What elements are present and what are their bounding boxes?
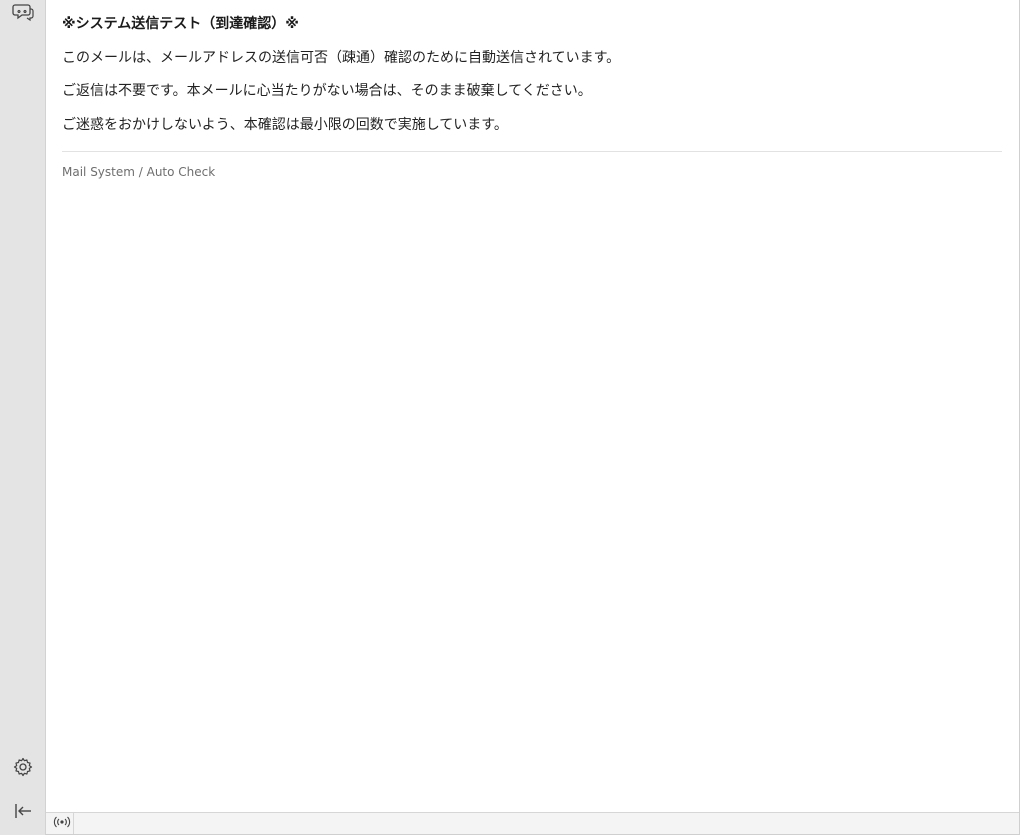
settings-button[interactable] [8,752,38,782]
status-bar [46,812,1019,834]
broadcast-icon [53,814,71,833]
connection-status-button[interactable] [50,813,74,834]
message-subject: ※システム送信テスト（到達確認）※ [62,16,299,32]
mail-window: ※システム送信テスト（到達確認）※ このメールは、メールアドレスの送信可否（疎通… [0,0,1020,835]
message-paragraph: ご迷惑をおかけしないよう、本確認は最小限の回数で実施しています。 [62,117,508,133]
chat-button[interactable] [8,0,38,27]
message-body: ※システム送信テスト（到達確認）※ このメールは、メールアドレスの送信可否（疎通… [46,0,1019,812]
chat-bubbles-icon [12,1,34,23]
gear-icon [13,757,33,777]
collapse-left-icon [13,801,33,821]
collapse-sidebar-button[interactable] [8,796,38,826]
left-sidebar [0,0,46,835]
message-paragraph: ご返信は不要です。本メールに心当たりがない場合は、そのまま破棄してください。 [62,83,592,99]
message-signature: Mail System / Auto Check [62,165,216,179]
signature-divider [62,151,1002,152]
message-paragraph: このメールは、メールアドレスの送信可否（疎通）確認のために自動送信されています。 [62,50,621,66]
